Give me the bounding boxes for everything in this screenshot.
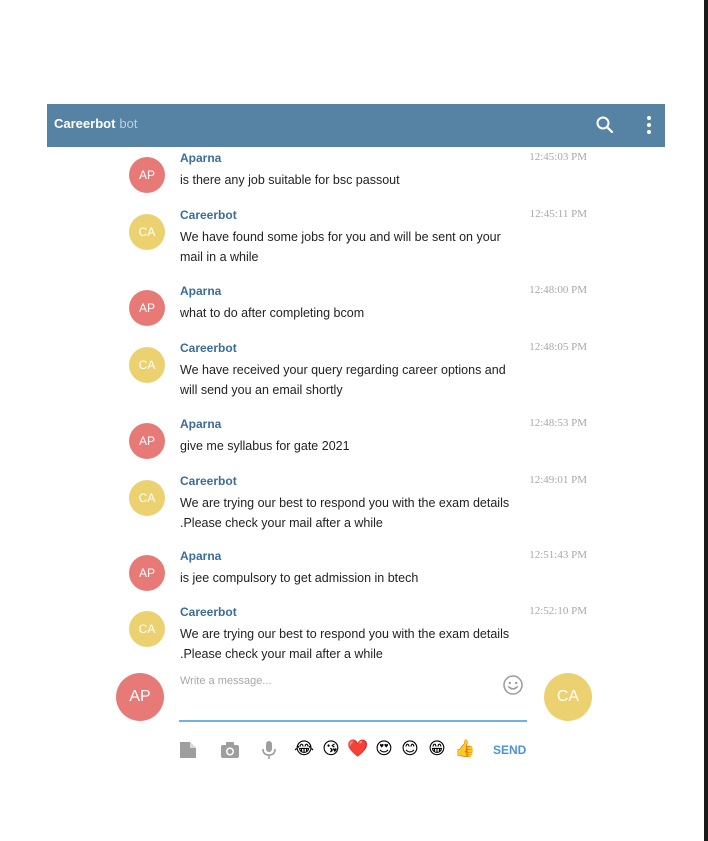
message-author[interactable]: Aparna xyxy=(180,417,221,431)
more-vertical-icon[interactable] xyxy=(644,115,654,135)
chat-title[interactable]: Careerbot bot xyxy=(54,116,138,131)
message-text: is jee compulsory to get admission in bt… xyxy=(180,571,419,585)
bot-avatar[interactable]: CA xyxy=(129,347,165,383)
message-text: is there any job suitable for bsc passou… xyxy=(180,173,400,187)
message-time: 12:45:03 PM xyxy=(529,151,587,163)
input-underline xyxy=(179,720,527,722)
message-text: give me syllabus for gate 2021 xyxy=(180,439,350,453)
chat-title-name: Careerbot xyxy=(54,116,116,131)
file-icon[interactable] xyxy=(178,740,198,760)
message-time: 12:48:00 PM xyxy=(529,284,587,296)
bot-avatar[interactable]: CA xyxy=(129,480,165,516)
bot-avatar[interactable]: CA xyxy=(544,673,592,721)
message-time: 12:48:53 PM xyxy=(529,417,587,429)
emoji-joy[interactable]: 😂 xyxy=(294,739,314,759)
window-border xyxy=(704,0,708,841)
message-time: 12:49:01 PM xyxy=(529,474,587,486)
emoji-blush[interactable]: 😊 xyxy=(400,739,420,759)
message-author[interactable]: Careerbot xyxy=(180,208,237,222)
emoji-heart-eyes[interactable]: 😍 xyxy=(374,739,394,759)
bot-avatar[interactable]: CA xyxy=(129,214,165,250)
user-avatar[interactable]: AP xyxy=(129,423,165,459)
user-avatar[interactable]: AP xyxy=(129,290,165,326)
message-text: We are trying our best to respond you wi… xyxy=(180,627,510,661)
emoji-heart[interactable]: ❤️ xyxy=(347,739,368,759)
emoji-thumbs-up[interactable]: 👍 xyxy=(454,739,475,759)
emoji-kiss[interactable]: 😘 xyxy=(321,739,341,759)
message-time: 12:52:10 PM xyxy=(529,605,587,617)
user-avatar[interactable]: AP xyxy=(116,673,164,721)
message-author[interactable]: Careerbot xyxy=(180,341,237,355)
message-author[interactable]: Aparna xyxy=(180,284,221,298)
message-author[interactable]: Aparna xyxy=(180,549,221,563)
message-text: We have found some jobs for you and will… xyxy=(180,230,501,264)
message-input[interactable] xyxy=(180,672,490,715)
microphone-icon[interactable] xyxy=(259,740,279,760)
message-text: what to do after completing bcom xyxy=(180,306,365,320)
chat-header: Careerbot bot xyxy=(47,104,665,147)
user-avatar[interactable]: AP xyxy=(129,157,165,193)
message-author[interactable]: Careerbot xyxy=(180,605,237,619)
camera-icon[interactable] xyxy=(220,740,240,760)
send-button[interactable]: SEND xyxy=(493,743,526,757)
message-text: We have received your query regarding ca… xyxy=(180,363,506,397)
message-text: We are trying our best to respond you wi… xyxy=(180,496,510,530)
bot-avatar[interactable]: CA xyxy=(129,611,165,647)
message-author[interactable]: Careerbot xyxy=(180,474,237,488)
message-time: 12:51:43 PM xyxy=(529,549,587,561)
emoji-grin[interactable]: 😁 xyxy=(427,739,447,759)
chat-title-subtitle: bot xyxy=(119,116,138,131)
smile-icon[interactable] xyxy=(502,674,524,696)
message-time: 12:48:05 PM xyxy=(529,341,587,353)
message-author[interactable]: Aparna xyxy=(180,151,221,165)
search-icon[interactable] xyxy=(595,115,615,135)
message-time: 12:45:11 PM xyxy=(529,208,587,220)
user-avatar[interactable]: AP xyxy=(129,555,165,591)
